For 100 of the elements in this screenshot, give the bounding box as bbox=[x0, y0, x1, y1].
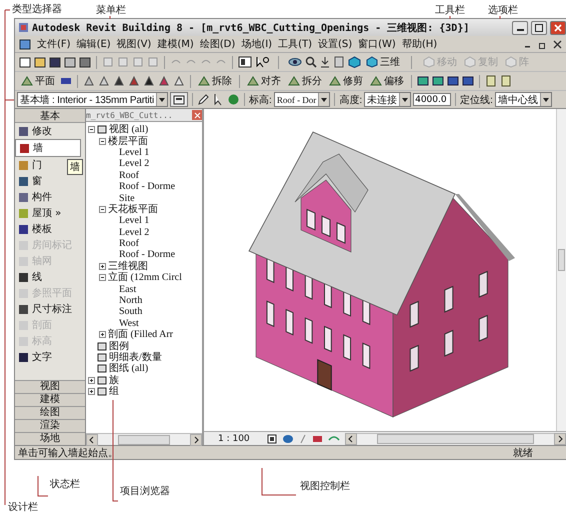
menu-item[interactable]: 文件(F) bbox=[37, 37, 71, 51]
menu-item[interactable]: 视图(V) bbox=[116, 37, 152, 51]
eye-icon[interactable] bbox=[288, 56, 302, 68]
tree-item[interactable]: East bbox=[119, 284, 136, 295]
design-bar-item[interactable]: 构件 bbox=[15, 189, 55, 205]
toolbar-icon[interactable] bbox=[49, 56, 61, 68]
toolbar-icon[interactable] bbox=[417, 75, 429, 87]
design-bar-tab[interactable]: 场地 bbox=[15, 432, 85, 445]
cube-icon[interactable] bbox=[348, 56, 361, 68]
toolbar-icon[interactable] bbox=[485, 75, 497, 87]
expand-toggle[interactable] bbox=[88, 376, 95, 384]
view-scale[interactable]: 1 : 100 bbox=[218, 434, 250, 444]
minimize-button[interactable] bbox=[512, 20, 528, 34]
menu-item[interactable]: 编辑(E) bbox=[76, 37, 111, 51]
expand-toggle[interactable] bbox=[99, 206, 106, 213]
toolbar-button[interactable]: 三维 bbox=[364, 55, 402, 69]
expand-toggle[interactable] bbox=[88, 388, 95, 396]
toolbar-icon[interactable] bbox=[462, 75, 474, 87]
properties-button[interactable] bbox=[170, 92, 188, 107]
expand-toggle[interactable] bbox=[99, 138, 106, 145]
menu-item[interactable]: 绘图(D) bbox=[200, 37, 236, 51]
tree-item[interactable]: 图纸 (all) bbox=[109, 363, 148, 374]
toolbar-icon[interactable] bbox=[19, 56, 31, 68]
design-bar-item[interactable]: 屋顶 » bbox=[15, 205, 64, 221]
tree-item[interactable]: 三维视图 bbox=[108, 260, 148, 272]
tree-item[interactable]: 图例 bbox=[109, 340, 129, 352]
tree-item[interactable]: Roof bbox=[119, 238, 139, 250]
design-bar-tab[interactable]: 绘图 bbox=[15, 406, 85, 419]
scrollbar[interactable] bbox=[556, 109, 566, 431]
tree-item[interactable]: 视图 (all) bbox=[109, 124, 148, 136]
close-icon[interactable] bbox=[553, 40, 562, 48]
toolbar-icon[interactable] bbox=[64, 56, 76, 68]
menu-item[interactable]: 帮助(H) bbox=[402, 37, 438, 51]
menu-item[interactable]: 设置(S) bbox=[318, 37, 352, 51]
maximize-button[interactable] bbox=[531, 20, 547, 34]
scrollbar[interactable] bbox=[344, 432, 566, 444]
design-bar-tab[interactable]: 建模 bbox=[15, 393, 85, 406]
toolbar-icon[interactable] bbox=[79, 56, 91, 68]
menu-item[interactable]: 窗口(W) bbox=[358, 37, 396, 51]
design-bar-item[interactable]: 尺寸标注 bbox=[15, 301, 75, 317]
toolbar-button[interactable]: 偏移 bbox=[368, 74, 406, 88]
design-bar-tab[interactable]: 渲染 bbox=[15, 419, 85, 432]
design-bar-item[interactable]: 楼板 bbox=[15, 221, 55, 237]
menu-item[interactable]: 工具(T) bbox=[278, 37, 312, 51]
search-icon[interactable] bbox=[305, 56, 317, 68]
tree-item[interactable]: 楼层平面 bbox=[108, 136, 148, 147]
toolbar-icon[interactable] bbox=[113, 75, 125, 87]
tree-item[interactable]: 天花板平面 bbox=[108, 204, 158, 215]
3d-view[interactable]: 1 : 100 bbox=[204, 109, 566, 445]
toolbar-icon[interactable] bbox=[173, 75, 185, 87]
tree-item[interactable]: 剖面 (Filled Arr bbox=[108, 329, 173, 340]
tree-item[interactable]: Level 1 bbox=[119, 146, 150, 158]
tree-item[interactable]: North bbox=[119, 295, 142, 306]
menu-item[interactable]: 场地(I) bbox=[241, 37, 272, 51]
menu-item[interactable]: 建模(M) bbox=[157, 37, 194, 51]
tree-item[interactable]: West bbox=[119, 318, 139, 329]
tree-item[interactable]: 族 bbox=[109, 374, 119, 386]
tree-item[interactable]: Level 2 bbox=[119, 158, 150, 170]
design-bar-item[interactable]: 门 bbox=[15, 157, 45, 173]
close-button[interactable] bbox=[192, 110, 202, 120]
tree-item[interactable]: 明细表/数量 bbox=[109, 352, 162, 363]
design-bar-item[interactable]: 墙 bbox=[15, 139, 81, 157]
height-field[interactable]: 4000.0 bbox=[413, 93, 452, 106]
height-dropdown[interactable]: 未连接 bbox=[364, 92, 412, 107]
design-bar-tab[interactable]: 视图 bbox=[15, 380, 85, 393]
toolbar-button[interactable]: 拆除 bbox=[196, 74, 234, 88]
toolbar-button[interactable]: 平面 bbox=[19, 74, 57, 88]
expand-toggle[interactable] bbox=[99, 262, 106, 270]
expand-toggle[interactable] bbox=[88, 126, 95, 134]
location-line-dropdown[interactable]: 墙中心线 bbox=[494, 92, 552, 107]
toolbar-button[interactable]: 修剪 bbox=[327, 74, 365, 88]
tree-item[interactable]: 立面 (12mm Circl bbox=[108, 272, 182, 284]
toolbar-icon[interactable] bbox=[238, 56, 252, 68]
tree-item[interactable]: 组 bbox=[109, 386, 119, 398]
toolbar-button[interactable]: 拆分 bbox=[286, 74, 324, 88]
wall-icon[interactable] bbox=[60, 75, 72, 87]
scrollbar[interactable] bbox=[86, 433, 202, 445]
design-bar-item[interactable]: 窗 bbox=[15, 173, 45, 189]
toolbar-icon[interactable] bbox=[447, 75, 459, 87]
level-dropdown[interactable]: Roof - Dor bbox=[274, 92, 330, 107]
toolbar-icon[interactable] bbox=[432, 75, 444, 87]
type-selector[interactable]: 基本墙 : Interior - 135mm Partiti bbox=[17, 92, 168, 107]
expand-toggle[interactable] bbox=[99, 274, 106, 282]
toolbar-button[interactable]: 对齐 bbox=[245, 74, 283, 88]
design-bar-item[interactable]: 修改 bbox=[15, 123, 55, 139]
expand-toggle[interactable] bbox=[99, 331, 106, 338]
pencil-icon[interactable] bbox=[197, 93, 210, 106]
toolbar-icon[interactable] bbox=[500, 75, 512, 87]
close-button[interactable] bbox=[550, 20, 566, 34]
help-icon[interactable] bbox=[255, 56, 269, 68]
download-icon[interactable] bbox=[320, 56, 330, 68]
tree-item[interactable]: Level 2 bbox=[119, 226, 150, 238]
tree-item[interactable]: Level 1 bbox=[119, 215, 150, 226]
toolbar-icon[interactable] bbox=[143, 75, 155, 87]
design-bar-item[interactable]: 线 bbox=[15, 269, 45, 285]
tree-item[interactable]: Site bbox=[119, 192, 135, 204]
tree-item[interactable]: Roof bbox=[119, 170, 139, 181]
tree-item[interactable]: South bbox=[119, 306, 142, 318]
tree-item[interactable]: Roof - Dorme bbox=[119, 181, 176, 192]
toolbar-icon[interactable] bbox=[34, 56, 46, 68]
